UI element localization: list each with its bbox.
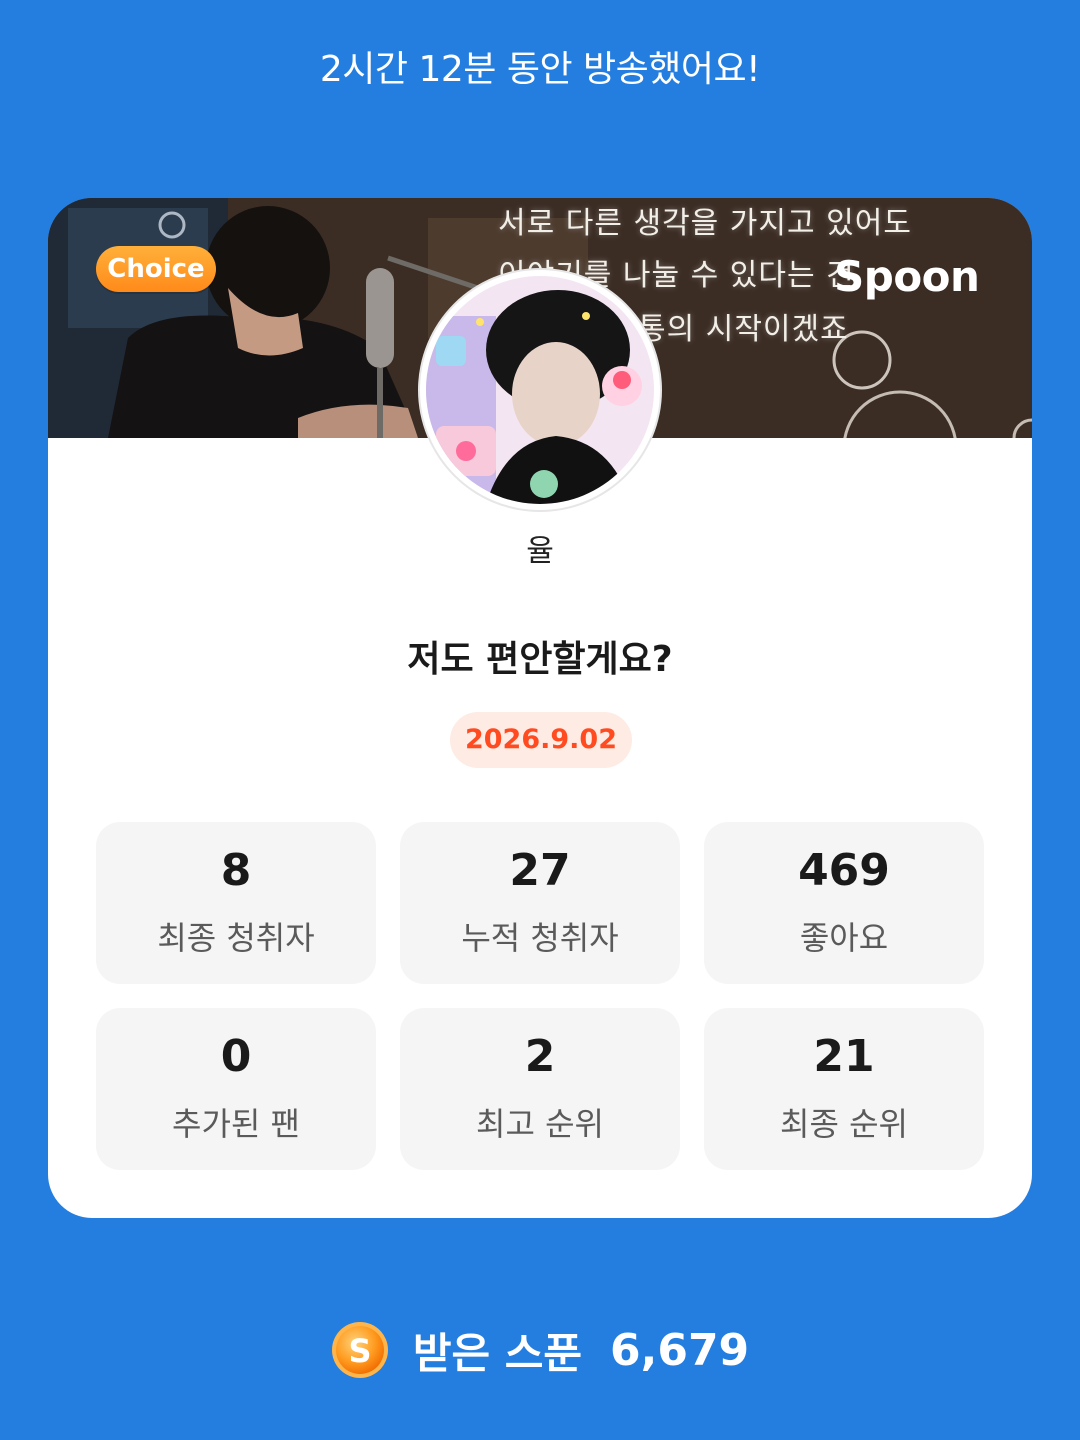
broadcast-title: 저도 편안할게요?	[407, 639, 673, 680]
stat-new-fans: 0 추가된 팬	[96, 1008, 376, 1170]
stat-best-rank: 2 최고 순위	[400, 1008, 680, 1170]
received-spoons-label: 받은 스푼	[412, 1328, 582, 1378]
stat-total-listeners: 27 누적 청취자	[400, 822, 680, 984]
svg-text:S: S	[348, 1332, 371, 1370]
broadcast-date-badge: 2026.9.02	[450, 712, 632, 768]
stat-value: 27	[509, 845, 571, 896]
received-spoons-summary: S 받은 스푼 6,679	[0, 1318, 1080, 1382]
stat-value: 469	[798, 845, 890, 896]
avatar[interactable]	[420, 270, 660, 510]
broadcast-duration-text: 2시간 12분 동안 방송했어요!	[319, 49, 761, 90]
spoon-brand-logo: Spoon	[834, 252, 980, 301]
broadcast-summary-card: Choice 서로 다른 생각을 가지고 있어도 이야기를 나눌 수 있다는 건…	[48, 198, 1032, 1218]
received-spoons-value: 6,679	[610, 1324, 750, 1376]
stat-label: 좋아요	[799, 919, 889, 957]
stat-label: 누적 청취자	[461, 919, 619, 957]
stat-value: 21	[813, 1031, 875, 1082]
cover-caption-line-3: 통의 시작이겠죠	[638, 312, 849, 347]
profile-photo-image	[426, 276, 654, 504]
host-username: 율	[526, 534, 554, 569]
stat-likes: 469 좋아요	[704, 822, 984, 984]
stat-value: 2	[524, 1031, 556, 1082]
stats-grid: 8 최종 청취자 27 누적 청취자 469 좋아요 0 추가된 팬 2 최고 …	[96, 822, 984, 1170]
choice-badge: Choice	[96, 246, 216, 292]
stat-label: 최종 청취자	[157, 919, 315, 957]
stat-label: 최종 순위	[780, 1105, 908, 1143]
broadcast-summary-screen: 2시간 12분 동안 방송했어요! Choice 서로 다른 생각을 가지고 있…	[0, 0, 1080, 1440]
stat-value: 8	[220, 845, 252, 896]
spoon-coin-icon: S	[331, 1322, 388, 1378]
cover-caption-line-1: 서로 다른 생각을 가지고 있어도	[498, 206, 912, 241]
stat-final-listeners: 8 최종 청취자	[96, 822, 376, 984]
stat-final-rank: 21 최종 순위	[704, 1008, 984, 1170]
stat-label: 추가된 팬	[172, 1105, 300, 1143]
stat-label: 최고 순위	[476, 1105, 604, 1143]
stat-value: 0	[220, 1031, 252, 1082]
